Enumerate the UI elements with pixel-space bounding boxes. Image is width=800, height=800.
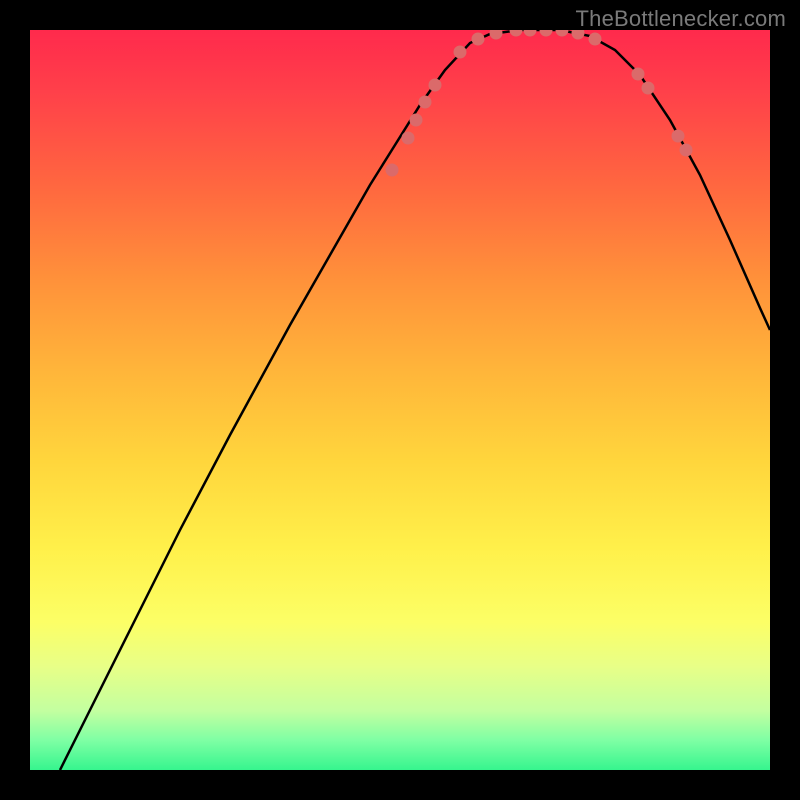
data-marker	[419, 96, 432, 109]
watermark-text: TheBottlenecker.com	[576, 6, 786, 32]
data-marker	[454, 46, 467, 59]
data-marker	[556, 30, 569, 37]
data-marker	[410, 114, 423, 127]
data-marker	[524, 30, 537, 37]
data-marker	[672, 130, 685, 143]
data-marker	[429, 79, 442, 92]
data-marker	[490, 30, 503, 40]
data-marker	[402, 132, 415, 145]
data-marker	[510, 30, 523, 37]
data-marker	[632, 68, 645, 81]
bottleneck-curve	[60, 30, 770, 770]
chart-plot-area	[30, 30, 770, 770]
data-marker	[642, 82, 655, 95]
data-marker	[589, 33, 602, 46]
data-marker	[386, 164, 399, 177]
data-marker	[540, 30, 553, 37]
data-marker	[472, 33, 485, 46]
data-marker	[680, 144, 693, 157]
chart-svg	[30, 30, 770, 770]
data-markers	[386, 30, 693, 177]
